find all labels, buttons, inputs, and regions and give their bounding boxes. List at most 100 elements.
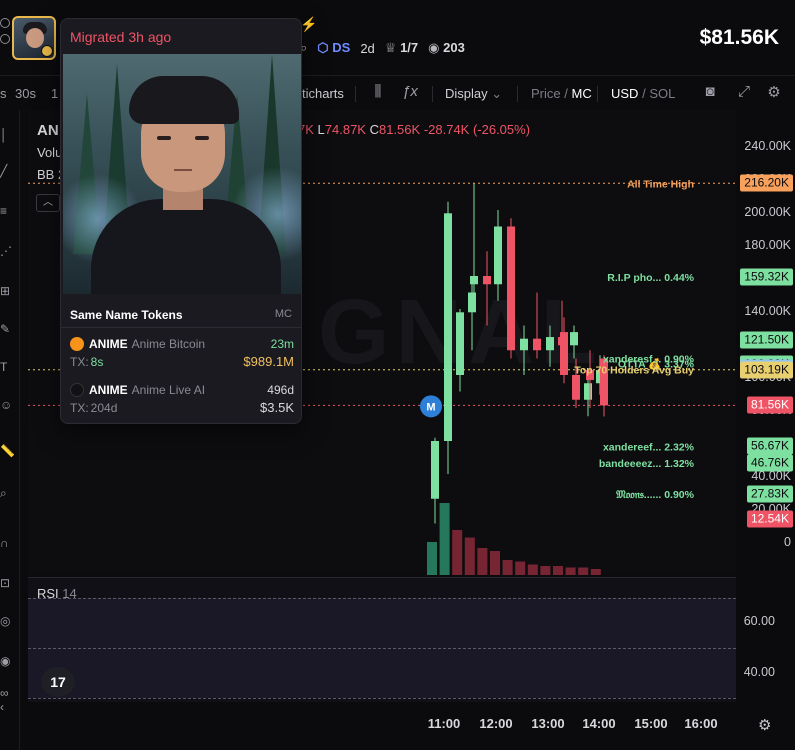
usd-option[interactable]: USD	[611, 86, 638, 101]
toolbar-divider	[355, 86, 356, 102]
toggle-separator: /	[642, 86, 646, 101]
eye-toggle-icon[interactable]: ◎	[0, 614, 14, 628]
current-price: $81.56K	[699, 26, 779, 49]
multicharts-button[interactable]: ticharts	[302, 86, 344, 101]
lock-icon[interactable]: ⊡	[0, 576, 14, 590]
rsi-tick: 60.00	[743, 614, 775, 628]
candle-body	[470, 276, 478, 285]
collapse-sidebar-icon[interactable]: ‹	[0, 700, 14, 714]
volume-bar	[477, 548, 488, 575]
crosshair-icon[interactable]: │	[0, 128, 14, 142]
tradingview-logo[interactable]: 17	[41, 667, 75, 697]
price-tag: 159.32K	[740, 268, 793, 286]
level-label: 𝔐𝔬𝔬𝔫𝔰...... 0.90%	[616, 489, 694, 501]
price-tag: 216.20K	[740, 174, 793, 192]
volume-bar	[540, 566, 551, 575]
fib-icon[interactable]: ≡	[0, 204, 14, 218]
visibility-icon[interactable]: ◉	[0, 654, 14, 668]
level-label: R.I.P pho... 0.44%	[607, 272, 694, 284]
toolbar-divider	[432, 86, 433, 102]
same-name-token-row[interactable]: ANIME Anime Bitcoin 23m TX: 8s $989.1M	[70, 335, 294, 375]
link-icon[interactable]	[0, 18, 10, 28]
same-name-title: Same Name Tokens	[70, 308, 183, 322]
time-tick: 11:00	[427, 716, 461, 731]
dexscreener-icon: ⬡	[317, 40, 329, 55]
price-option[interactable]: Price	[531, 86, 561, 101]
holders-stat: ♕ 1/7	[385, 40, 418, 56]
copy-icon[interactable]	[0, 34, 10, 44]
rsi-title: RSI 14	[37, 586, 77, 601]
token-age: 23m	[270, 337, 294, 351]
price-tag: 46.76K	[746, 454, 793, 472]
token-age: 496d	[267, 383, 294, 397]
token-name: Anime Bitcoin	[131, 337, 206, 351]
holders-ratio: 1/7	[400, 40, 419, 55]
eye-icon: ◉	[428, 40, 440, 55]
text-icon[interactable]: T	[0, 360, 14, 374]
magnet-icon[interactable]: ∩	[0, 536, 14, 550]
price-tick: 0	[784, 535, 791, 549]
timeframe-30s[interactable]: 30s	[15, 86, 36, 101]
mc-option[interactable]: MC	[572, 86, 592, 101]
level-label: xandereef... 2.32%	[603, 441, 695, 453]
ruler-icon[interactable]: 📏	[0, 444, 15, 458]
timeframe-partial[interactable]: s	[0, 86, 7, 101]
camera-icon[interactable]: ◙	[700, 83, 720, 103]
rsi-label: RSI	[37, 586, 59, 601]
time-axis[interactable]: 11:00 12:00 13:00 14:00 15:00 16:00	[28, 706, 795, 750]
price-tick: 240.00K	[744, 139, 791, 153]
timeframe-1[interactable]: 1	[51, 86, 58, 101]
price-tag: 27.83K	[746, 485, 793, 503]
indicators-icon[interactable]: ƒx	[400, 83, 420, 103]
candle-body	[570, 332, 578, 346]
pattern-icon[interactable]: ⋰	[0, 244, 14, 258]
migration-status: Migrated 3h ago	[70, 29, 172, 45]
token-symbol: ANIME	[89, 383, 128, 397]
volume-bar	[565, 567, 576, 575]
sol-option[interactable]: SOL	[649, 86, 675, 101]
token-avatar[interactable]	[12, 16, 56, 60]
same-name-token-row[interactable]: ANIME Anime Live AI 496d TX: 204d $3.5K	[70, 381, 294, 421]
currency-toggle[interactable]: USD / SOL	[611, 86, 675, 101]
bitcoin-icon	[70, 337, 84, 351]
trendline-icon[interactable]: ╱	[0, 164, 14, 178]
price-tag: 56.67K	[746, 437, 793, 455]
migration-marker-label: M	[426, 401, 435, 413]
time-tick: 16:00	[684, 716, 718, 731]
token-symbol: ANIME	[89, 337, 128, 351]
pump-badge-icon	[41, 45, 53, 57]
token-tx: TX: 204d	[70, 401, 117, 415]
tx-label: TX:	[70, 355, 89, 369]
volume-bar	[578, 567, 589, 575]
brush-icon[interactable]: ✎	[0, 322, 14, 336]
chart-settings-icon[interactable]: ⚙	[758, 716, 771, 734]
rsi-pane[interactable]: RSI 14	[28, 577, 736, 702]
price-tick: 200.00K	[744, 205, 791, 219]
expand-icon[interactable]: ⤢	[734, 83, 754, 103]
candle-body	[560, 332, 568, 375]
zoom-icon[interactable]: ⌕	[0, 486, 14, 500]
candle-body	[456, 312, 464, 375]
time-tick: 14:00	[582, 716, 616, 731]
divider	[61, 327, 301, 328]
emoji-icon[interactable]: ☺	[0, 398, 14, 412]
candle-type-icon[interactable]: ⫼	[368, 83, 388, 103]
link-chain-icon[interactable]: ∞	[0, 686, 14, 700]
volume-bar	[590, 569, 601, 575]
rsi-axis[interactable]: 60.00 40.00	[736, 577, 795, 702]
watchers-count: 203	[443, 40, 465, 55]
token-mc: $989.1M	[243, 354, 294, 369]
price-axis[interactable]: 240.00K220.00K200.00K180.00K160.00K140.0…	[736, 110, 795, 575]
candle-body	[444, 213, 452, 441]
lightning-icon: ⚡	[300, 16, 318, 32]
settings-gear-icon[interactable]: ⚙	[764, 83, 784, 103]
toolbar-divider	[517, 86, 518, 102]
projection-icon[interactable]: ⊞	[0, 284, 14, 298]
chevron-down-icon: ⌄	[491, 86, 503, 101]
candle-body	[546, 337, 554, 351]
dexscreener-link[interactable]: ⬡ DS	[317, 40, 350, 56]
price-mc-toggle[interactable]: Price / MC	[531, 86, 592, 101]
volume-bar	[515, 561, 526, 575]
token-name: Anime Live AI	[131, 383, 206, 397]
display-dropdown[interactable]: Display ⌄	[445, 86, 502, 102]
